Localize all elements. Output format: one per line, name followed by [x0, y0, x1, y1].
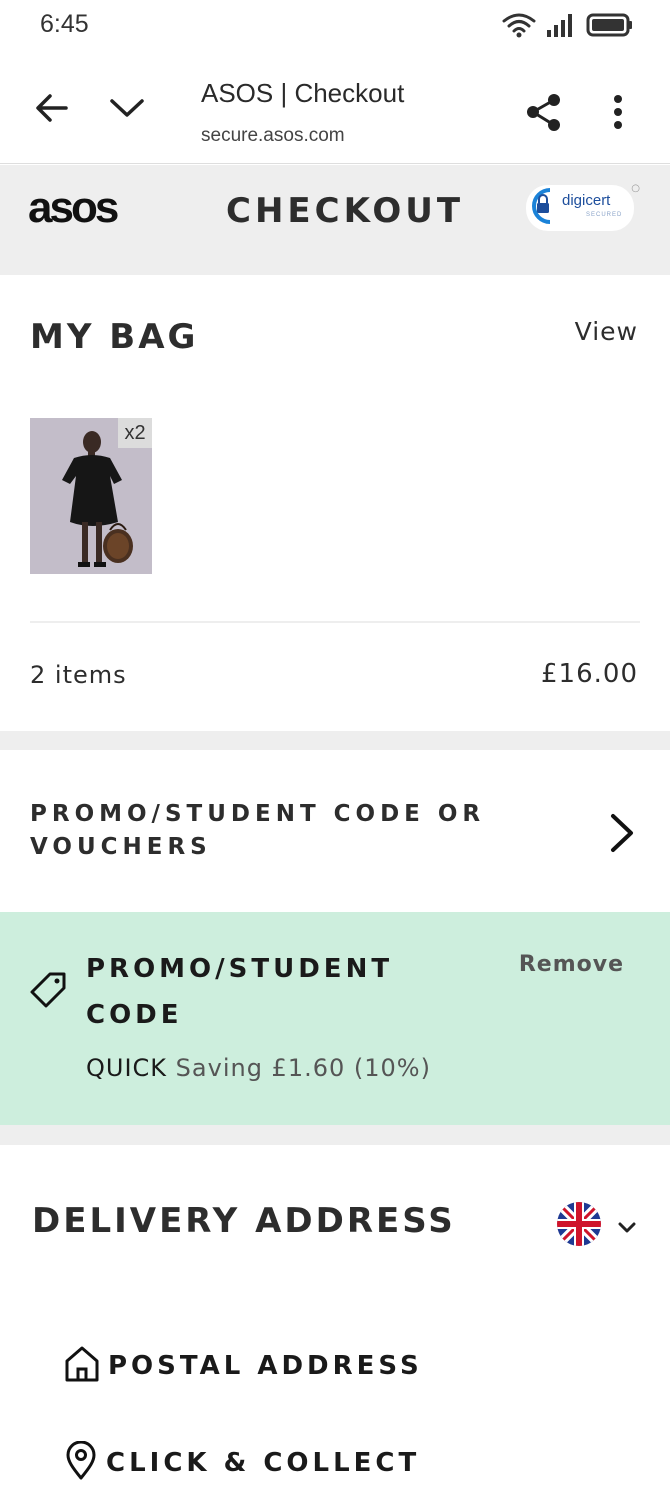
postal-address-label: POSTAL ADDRESS	[108, 1351, 423, 1381]
registered-mark-icon: ○	[631, 183, 640, 194]
quantity-badge: x2	[118, 418, 152, 448]
signal-icon	[546, 12, 576, 42]
chevron-down-icon[interactable]	[108, 96, 146, 124]
view-bag-link[interactable]: View	[575, 317, 638, 346]
digicert-name: digicert	[562, 192, 611, 209]
digicert-lock-icon	[528, 186, 558, 230]
my-bag-section: MY BAG View x2 2 items £16.00	[0, 275, 670, 731]
status-time: 6:45	[40, 10, 89, 38]
digicert-label: digicert SECURED	[562, 192, 623, 222]
chevron-down-icon	[618, 1219, 636, 1238]
browser-page-title: ASOS | Checkout	[201, 78, 405, 108]
digicert-badge: digicert SECURED ○	[526, 183, 640, 231]
checkout-header: asos CHECKOUT digicert SECURED ○	[0, 165, 670, 275]
share-icon[interactable]	[524, 92, 564, 136]
digicert-secured: SECURED	[586, 212, 623, 218]
browser-bar: ASOS | Checkout secure.asos.com	[0, 56, 670, 164]
browser-url[interactable]: secure.asos.com	[201, 125, 345, 147]
my-bag-title: MY BAG	[30, 317, 199, 357]
section-spacer	[0, 731, 670, 750]
promo-code-value: QUICK	[86, 1054, 168, 1082]
click-and-collect-option[interactable]: CLICK & COLLECT	[64, 1440, 421, 1485]
divider	[30, 621, 640, 623]
section-spacer	[0, 1125, 670, 1145]
applied-promo-panel: PROMO/STUDENT CODE Remove QUICK Saving £…	[0, 912, 670, 1125]
applied-promo-title: PROMO/STUDENT CODE	[86, 954, 394, 1030]
country-selector[interactable]	[556, 1201, 636, 1251]
battery-icon	[586, 12, 634, 42]
location-pin-icon	[64, 1440, 98, 1485]
tag-icon	[28, 970, 68, 1014]
status-bar: 6:45	[0, 0, 670, 56]
back-arrow-icon[interactable]	[34, 92, 70, 128]
remove-promo-button[interactable]: Remove	[519, 952, 624, 977]
wifi-icon	[502, 12, 536, 42]
delivery-address-title: DELIVERY ADDRESS	[32, 1201, 456, 1241]
home-icon	[64, 1345, 100, 1387]
promo-code-row[interactable]: PROMO/STUDENT CODE OR VOUCHERS	[0, 750, 670, 912]
status-icons	[502, 12, 634, 42]
asos-logo[interactable]: asos	[28, 183, 119, 233]
chevron-right-icon	[608, 812, 636, 858]
more-vert-icon[interactable]	[608, 94, 628, 134]
promo-saving: Saving £1.60 (10%)	[175, 1054, 431, 1082]
promo-row-label: PROMO/STUDENT CODE OR VOUCHERS	[30, 801, 486, 860]
click-and-collect-label: CLICK & COLLECT	[106, 1448, 421, 1478]
promo-detail: QUICK Saving £1.60 (10%)	[86, 1054, 431, 1082]
bag-item-count: 2 items	[30, 661, 127, 689]
checkout-title: CHECKOUT	[226, 191, 465, 231]
delivery-address-section: DELIVERY ADDRESS POSTAL ADDRESS CLICK & …	[0, 1145, 670, 1500]
bag-total-price: £16.00	[541, 659, 638, 689]
postal-address-option[interactable]: POSTAL ADDRESS	[64, 1345, 423, 1387]
uk-flag-icon	[556, 1201, 602, 1251]
bag-item-thumbnail[interactable]: x2	[30, 418, 152, 574]
